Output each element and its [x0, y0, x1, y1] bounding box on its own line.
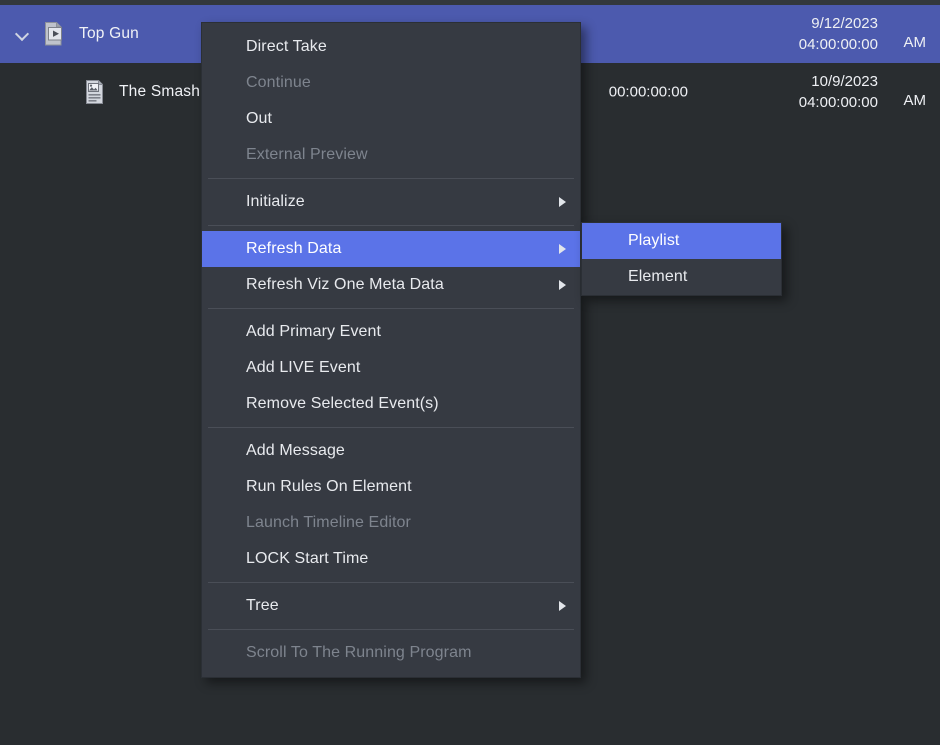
menu-item-add-message[interactable]: Add Message: [202, 433, 580, 469]
menu-item-label: Add Message: [246, 442, 345, 459]
playlist-row-time: 04:00:00:00: [718, 92, 878, 113]
menu-item-label: External Preview: [246, 146, 368, 163]
menu-item-direct-take[interactable]: Direct Take: [202, 29, 580, 65]
menu-item-label: Tree: [246, 597, 279, 614]
playlist-row-title: Top Gun: [79, 25, 139, 43]
menu-item-label: Scroll To The Running Program: [246, 644, 472, 661]
menu-item-tree[interactable]: Tree: [202, 588, 580, 624]
menu-item-label: Launch Timeline Editor: [246, 514, 411, 531]
menu-separator: [208, 178, 574, 179]
chevron-down-icon[interactable]: [0, 28, 44, 41]
menu-item-label: Refresh Data: [246, 240, 341, 257]
menu-item-add-primary-event[interactable]: Add Primary Event: [202, 314, 580, 350]
playlist-row-duration: 00:00:00:00: [609, 84, 688, 101]
menu-item-label: Refresh Viz One Meta Data: [246, 276, 444, 293]
document-play-icon: [44, 21, 66, 47]
menu-item-continue: Continue: [202, 65, 580, 101]
playlist-row-title: The Smash: [119, 83, 200, 101]
menu-item-add-live-event[interactable]: Add LIVE Event: [202, 350, 580, 386]
menu-item-label: Playlist: [628, 232, 679, 249]
submenu-arrow-icon: [559, 280, 566, 290]
playlist-row-datetime: 9/12/202304:00:00:00: [718, 13, 878, 55]
refresh-data-submenu[interactable]: Playlist Element: [581, 222, 782, 296]
menu-item-scroll-to-the-running-program: Scroll To The Running Program: [202, 635, 580, 671]
document-image-icon: [84, 79, 106, 105]
menu-item-label: Initialize: [246, 193, 305, 210]
menu-item-launch-timeline-editor: Launch Timeline Editor: [202, 505, 580, 541]
menu-separator: [208, 308, 574, 309]
menu-item-label: LOCK Start Time: [246, 550, 368, 567]
playlist-row-time: 04:00:00:00: [718, 34, 878, 55]
playlist-row-meridiem: AM: [904, 92, 927, 109]
menu-item-label: Continue: [246, 74, 311, 91]
playlist-row-date: 9/12/2023: [718, 13, 878, 34]
menu-item-lock-start-time[interactable]: LOCK Start Time: [202, 541, 580, 577]
menu-separator: [208, 582, 574, 583]
menu-item-label: Direct Take: [246, 38, 327, 55]
playlist-row-meridiem: AM: [904, 34, 927, 51]
submenu-arrow-icon: [559, 601, 566, 611]
menu-item-external-preview: External Preview: [202, 137, 580, 173]
menu-item-refresh-viz-one-meta-data[interactable]: Refresh Viz One Meta Data: [202, 267, 580, 303]
menu-item-initialize[interactable]: Initialize: [202, 184, 580, 220]
menu-separator: [208, 427, 574, 428]
menu-item-run-rules-on-element[interactable]: Run Rules On Element: [202, 469, 580, 505]
menu-item-element[interactable]: Element: [582, 259, 781, 295]
menu-item-playlist[interactable]: Playlist: [582, 223, 781, 259]
playlist-row-datetime: 10/9/202304:00:00:00: [718, 71, 878, 113]
menu-item-refresh-data[interactable]: Refresh Data: [202, 231, 580, 267]
menu-item-remove-selected-event-s[interactable]: Remove Selected Event(s): [202, 386, 580, 422]
context-menu[interactable]: Direct Take Continue Out External Preview In…: [201, 22, 581, 678]
submenu-arrow-icon: [559, 197, 566, 207]
menu-item-label: Add LIVE Event: [246, 359, 360, 376]
menu-item-label: Add Primary Event: [246, 323, 381, 340]
playlist-row-date: 10/9/2023: [718, 71, 878, 92]
menu-item-label: Remove Selected Event(s): [246, 395, 439, 412]
menu-item-label: Out: [246, 110, 272, 127]
menu-item-out[interactable]: Out: [202, 101, 580, 137]
menu-item-label: Run Rules On Element: [246, 478, 412, 495]
menu-separator: [208, 629, 574, 630]
menu-item-label: Element: [628, 268, 687, 285]
menu-separator: [208, 225, 574, 226]
submenu-arrow-icon: [559, 244, 566, 254]
